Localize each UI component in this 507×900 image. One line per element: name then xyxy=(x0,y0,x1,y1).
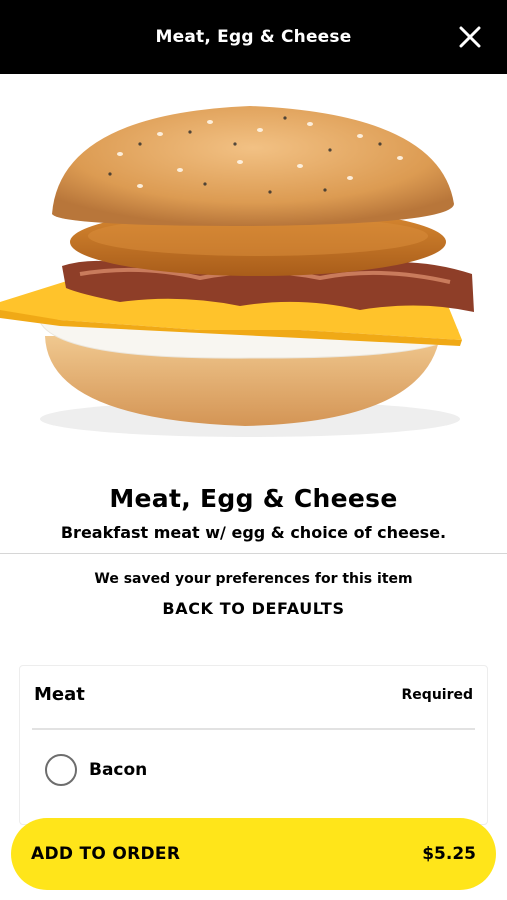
order-price: $5.25 xyxy=(422,844,476,864)
radio-button[interactable] xyxy=(45,754,77,786)
required-badge: Required xyxy=(401,686,473,703)
add-to-order-button[interactable]: ADD TO ORDER $5.25 xyxy=(11,818,496,890)
header-bar: Meat, Egg & Cheese xyxy=(0,0,507,74)
option-label: Bacon xyxy=(89,760,148,780)
option-bacon[interactable]: Bacon xyxy=(45,754,147,786)
close-icon xyxy=(459,26,481,48)
meat-section: Meat Required Bacon xyxy=(19,665,488,825)
close-button[interactable] xyxy=(453,20,487,54)
meat-section-header: Meat Required xyxy=(34,684,473,705)
divider xyxy=(0,553,507,554)
item-info: Meat, Egg & Cheese Breakfast meat w/ egg… xyxy=(0,484,507,542)
item-title: Meat, Egg & Cheese xyxy=(109,484,398,513)
add-to-order-label: ADD TO ORDER xyxy=(31,844,181,864)
header-title: Meat, Egg & Cheese xyxy=(155,27,352,47)
meat-section-title: Meat xyxy=(34,684,85,705)
back-to-defaults-link[interactable]: BACK TO DEFAULTS xyxy=(0,599,507,618)
sandwich-image xyxy=(0,106,474,437)
saved-preferences-text: We saved your preferences for this item xyxy=(94,571,413,587)
item-image xyxy=(0,74,507,466)
section-divider xyxy=(32,728,475,730)
item-description: Breakfast meat w/ egg & choice of cheese… xyxy=(60,523,447,542)
